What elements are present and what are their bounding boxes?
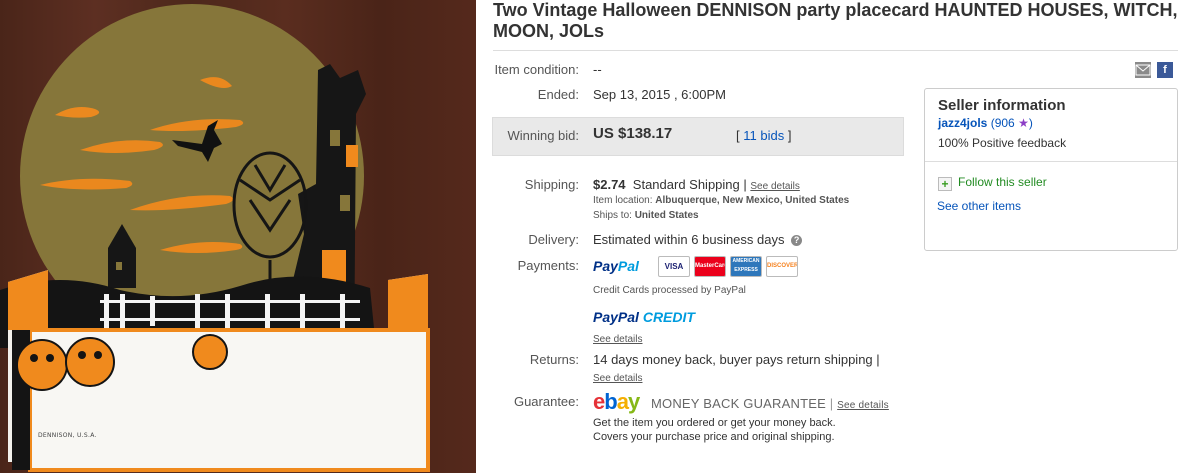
winning-bid-amount: US $138.17	[593, 125, 673, 142]
bids-link[interactable]: 11 bids	[743, 128, 784, 143]
seller-info-panel: Seller information jazz4jols (906 ★) 100…	[924, 88, 1178, 251]
paypal-credit-logo: PayPal CREDIT	[593, 309, 695, 325]
ebay-logo-a: a	[616, 389, 629, 414]
star-icon: ★	[1018, 116, 1029, 130]
delivery-text: Estimated within 6 business days	[593, 232, 785, 247]
paypal-logo-pay: Pay	[593, 258, 618, 274]
ebay-logo: ebay	[593, 389, 640, 414]
condition-value: --	[593, 62, 602, 77]
see-other-items-link[interactable]: See other items	[937, 199, 1021, 213]
follow-label: Follow this seller	[958, 175, 1047, 189]
guarantee-see-details[interactable]: See details	[837, 400, 889, 411]
returns-see-details[interactable]: See details	[593, 373, 642, 384]
ships-to-label: Ships to:	[593, 210, 632, 221]
amex-card-icon: AMERICAN EXPRESS	[730, 256, 762, 277]
item-location-label: Item location:	[593, 195, 653, 206]
seller-name-row: jazz4jols (906 ★)	[938, 116, 1033, 130]
positive-feedback: 100% Positive feedback	[938, 136, 1067, 150]
seller-heading: Seller information	[938, 97, 1066, 114]
paypal-credit-see-details[interactable]: See details	[593, 334, 642, 345]
title-divider	[493, 50, 1178, 51]
money-back-guarantee: MONEY BACK GUARANTEE | See details	[651, 396, 889, 411]
returns-value: 14 days money back, buyer pays return sh…	[593, 352, 880, 367]
ebay-logo-y: y	[627, 389, 640, 414]
guarantee-label: Guarantee:	[513, 394, 579, 409]
placecard-illustration	[0, 4, 430, 472]
follow-seller[interactable]: + Follow this seller	[938, 175, 1047, 191]
item-location-value: Albuquerque, New Mexico, United States	[655, 195, 850, 206]
discover-card-icon: DISCOVER	[766, 256, 798, 277]
paypal-credit-logo-2: CREDIT	[642, 309, 695, 325]
shipping-label: Shipping:	[524, 177, 579, 192]
guarantee-line-2: Covers your purchase price and original …	[593, 431, 835, 443]
ebay-logo-e: e	[593, 389, 605, 414]
shipping-value: $2.74 Standard Shipping | See details	[593, 177, 800, 192]
mastercard-icon: MasterCard	[694, 256, 726, 277]
feedback-close: )	[1028, 116, 1033, 130]
visa-card-icon: VISA	[658, 256, 690, 277]
returns-label: Returns:	[529, 352, 579, 367]
envelope-icon[interactable]	[1135, 62, 1151, 78]
product-image[interactable]: DENNISON, U.S.A.	[0, 0, 476, 473]
paypal-credit-logo-1: PayPal	[593, 309, 639, 325]
delivery-label: Delivery:	[528, 232, 579, 247]
returns-details: See details	[593, 369, 642, 384]
paypal-logo: PayPal	[593, 258, 639, 274]
ships-to: Ships to: United States	[593, 210, 699, 221]
item-location: Item location: Albuquerque, New Mexico, …	[593, 195, 849, 206]
ended-label: Ended:	[537, 87, 579, 102]
condition-label: Item condition:	[494, 62, 579, 77]
facebook-letter: f	[1163, 64, 1167, 76]
bid-count: [ 11 bids ]	[736, 128, 792, 143]
help-icon[interactable]: ?	[791, 235, 803, 246]
envelope-icon-glyph	[1135, 64, 1151, 76]
facebook-icon[interactable]: f	[1157, 62, 1173, 78]
plus-icon: +	[938, 177, 952, 191]
ebay-logo-b: b	[604, 389, 617, 414]
listing-title: Two Vintage Halloween DENNISON party pla…	[493, 0, 1178, 41]
guarantee-line-1: Get the item you ordered or get your mon…	[593, 417, 836, 429]
feedback-score[interactable]: (906	[991, 116, 1015, 130]
shipping-price: $2.74	[593, 177, 626, 192]
credit-cards-text: Credit Cards processed by PayPal	[593, 285, 746, 296]
winning-bid-label: Winning bid:	[507, 128, 579, 143]
ships-to-value: United States	[634, 210, 699, 221]
maker-mark: DENNISON, U.S.A.	[38, 432, 97, 439]
shipping-see-details[interactable]: See details	[750, 181, 799, 192]
seller-username[interactable]: jazz4jols	[938, 116, 987, 130]
ended-value: Sep 13, 2015 , 6:00PM	[593, 87, 726, 102]
payments-label: Payments:	[517, 258, 579, 273]
mbg-title: MONEY BACK GUARANTEE	[651, 396, 826, 411]
seller-divider	[925, 161, 1177, 162]
paypal-logo-pal: Pal	[617, 258, 639, 274]
shipping-method: Standard Shipping	[632, 177, 740, 192]
delivery-value: Estimated within 6 business days ?	[593, 232, 803, 247]
paypal-credit-details: See details	[593, 330, 642, 345]
